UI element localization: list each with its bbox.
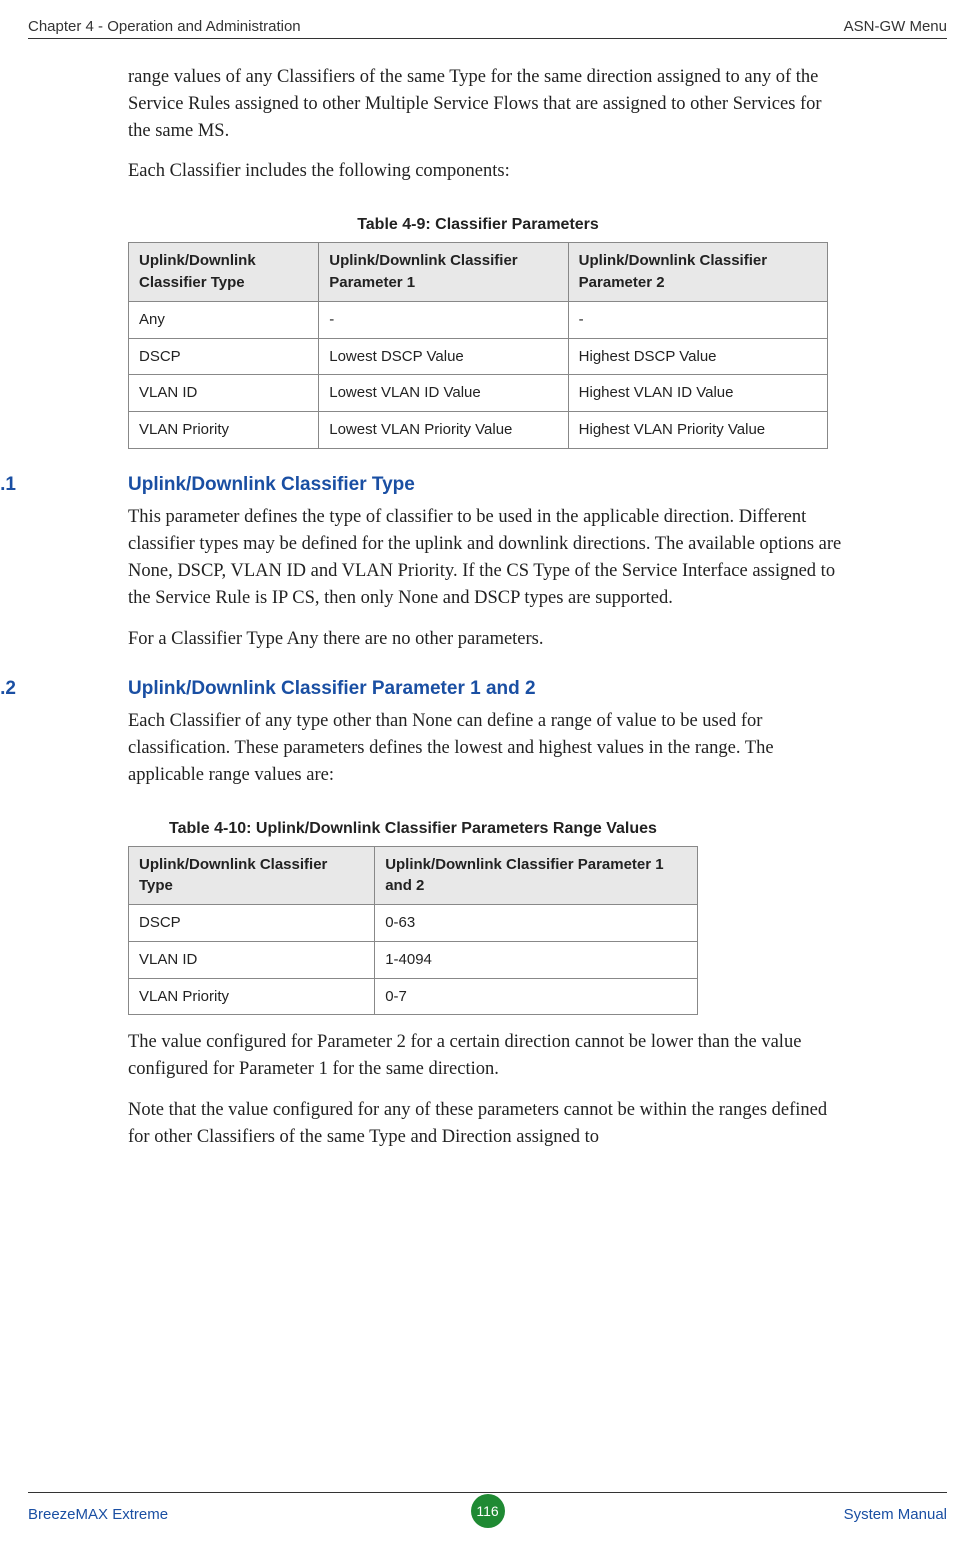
classifier-parameters-table: Uplink/Downlink Classifier Type Uplink/D… bbox=[128, 242, 828, 449]
cell: - bbox=[568, 301, 827, 338]
table-row: VLAN ID 1-4094 bbox=[129, 941, 698, 978]
section-title: Uplink/Downlink Classifier Type bbox=[128, 471, 415, 499]
cell: Lowest DSCP Value bbox=[319, 338, 568, 375]
table-caption-2: Table 4-10: Uplink/Downlink Classifier P… bbox=[128, 817, 698, 840]
table-row: VLAN ID Lowest VLAN ID Value Highest VLA… bbox=[129, 375, 828, 412]
cell: VLAN ID bbox=[129, 375, 319, 412]
cell: Lowest VLAN ID Value bbox=[319, 375, 568, 412]
header-rule bbox=[28, 38, 947, 39]
paragraph: This parameter defines the type of class… bbox=[128, 504, 848, 611]
table-row: VLAN Priority 0-7 bbox=[129, 978, 698, 1015]
col-header: Uplink/Downlink Classifier Parameter 2 bbox=[568, 243, 827, 302]
cell: VLAN ID bbox=[129, 941, 375, 978]
page-body: range values of any Classifiers of the s… bbox=[128, 58, 848, 1165]
page-number-badge: 116 bbox=[471, 1494, 505, 1528]
cell: VLAN Priority bbox=[129, 412, 319, 449]
table-row: Any - - bbox=[129, 301, 828, 338]
paragraph: Each Classifier of any type other than N… bbox=[128, 708, 848, 788]
page: Chapter 4 - Operation and Administration… bbox=[0, 0, 975, 1545]
footer-product: BreezeMAX Extreme bbox=[28, 1506, 168, 1523]
col-header: Uplink/Downlink Classifier Parameter 1 bbox=[319, 243, 568, 302]
cell: Highest DSCP Value bbox=[568, 338, 827, 375]
page-footer: BreezeMAX Extreme 116 System Manual bbox=[28, 1495, 947, 1525]
footer-rule bbox=[28, 1492, 947, 1493]
cell: VLAN Priority bbox=[129, 978, 375, 1015]
col-header: Uplink/Downlink Classifier Type bbox=[129, 846, 375, 905]
section-number: 4.6.2.7.2 bbox=[0, 675, 128, 703]
section-heading-1: 4.6.2.7.1 Uplink/Downlink Classifier Typ… bbox=[128, 471, 848, 499]
classifier-range-values-table: Uplink/Downlink Classifier Type Uplink/D… bbox=[128, 846, 698, 1016]
lead-paragraph: Each Classifier includes the following c… bbox=[128, 158, 848, 185]
table-header-row: Uplink/Downlink Classifier Type Uplink/D… bbox=[129, 243, 828, 302]
cell: 1-4094 bbox=[375, 941, 698, 978]
carryover-paragraph: range values of any Classifiers of the s… bbox=[128, 64, 848, 144]
paragraph: The value configured for Parameter 2 for… bbox=[128, 1029, 848, 1083]
cell: 0-63 bbox=[375, 905, 698, 942]
section-title: Uplink/Downlink Classifier Parameter 1 a… bbox=[128, 675, 536, 703]
table-caption-1: Table 4-9: Classifier Parameters bbox=[128, 213, 828, 236]
section-body-1: This parameter defines the type of class… bbox=[128, 504, 848, 652]
col-header: Uplink/Downlink Classifier Parameter 1 a… bbox=[375, 846, 698, 905]
table-header-row: Uplink/Downlink Classifier Type Uplink/D… bbox=[129, 846, 698, 905]
header-chapter: Chapter 4 - Operation and Administration bbox=[28, 18, 301, 35]
table-row: DSCP Lowest DSCP Value Highest DSCP Valu… bbox=[129, 338, 828, 375]
cell: - bbox=[319, 301, 568, 338]
section-number: 4.6.2.7.1 bbox=[0, 471, 128, 499]
cell: Highest VLAN Priority Value bbox=[568, 412, 827, 449]
cell: Highest VLAN ID Value bbox=[568, 375, 827, 412]
cell: DSCP bbox=[129, 905, 375, 942]
paragraph: Note that the value configured for any o… bbox=[128, 1097, 848, 1151]
cell: 0-7 bbox=[375, 978, 698, 1015]
footer-doc-title: System Manual bbox=[844, 1506, 947, 1523]
table-row: DSCP 0-63 bbox=[129, 905, 698, 942]
cell: Lowest VLAN Priority Value bbox=[319, 412, 568, 449]
table-row: VLAN Priority Lowest VLAN Priority Value… bbox=[129, 412, 828, 449]
cell: Any bbox=[129, 301, 319, 338]
paragraph: For a Classifier Type Any there are no o… bbox=[128, 626, 848, 653]
page-header: Chapter 4 - Operation and Administration… bbox=[28, 18, 947, 35]
col-header: Uplink/Downlink Classifier Type bbox=[129, 243, 319, 302]
section-heading-2: 4.6.2.7.2 Uplink/Downlink Classifier Par… bbox=[128, 675, 848, 703]
cell: DSCP bbox=[129, 338, 319, 375]
section-body-2: Each Classifier of any type other than N… bbox=[128, 708, 848, 788]
header-menu: ASN-GW Menu bbox=[844, 18, 947, 35]
